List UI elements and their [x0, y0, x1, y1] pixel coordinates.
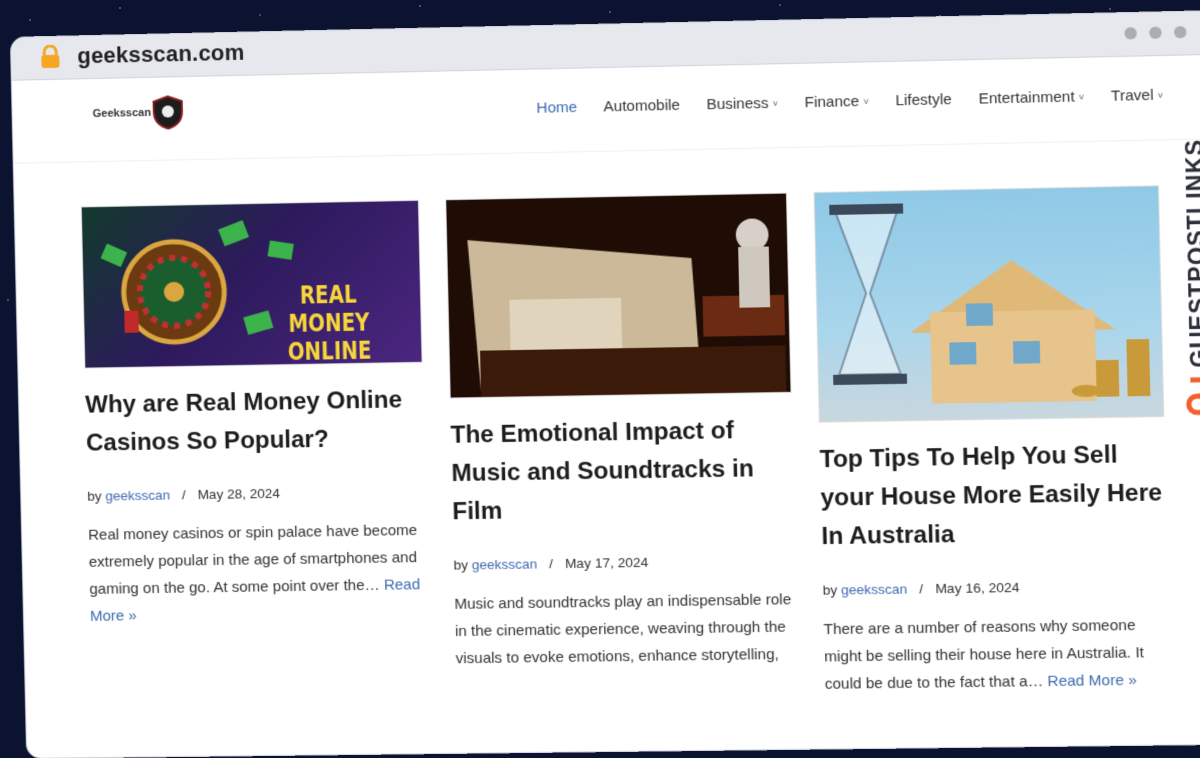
guestpostlinks-watermark: GUESTPOSTLINKS — [1175, 68, 1200, 374]
watermark-text: GUESTPOSTLINKS — [1180, 138, 1200, 368]
window-controls — [1124, 25, 1187, 40]
chevron-down-icon[interactable]: ˅ — [1079, 92, 1085, 102]
concert-film-illustration — [446, 193, 791, 398]
post-date: May 28, 2024 — [197, 485, 281, 503]
site-logo[interactable]: Geeksscan — [92, 95, 183, 131]
post-title[interactable]: Top Tips To Help You Sell your House Mor… — [819, 435, 1165, 556]
lock-icon — [41, 44, 60, 69]
post-excerpt: Real money casinos or spin palace have b… — [88, 517, 427, 630]
logo-text: Geeksscan — [92, 106, 152, 121]
by-label: by — [87, 488, 102, 504]
nav-label: Travel — [1110, 86, 1154, 105]
nav-label: Automobile — [603, 96, 681, 116]
url-text[interactable]: geeksscan.com — [77, 40, 245, 70]
nav-item-business[interactable]: Business ˅ — [706, 94, 779, 114]
meta-separator: / — [181, 487, 186, 503]
excerpt-text: Real money casinos or spin palace have b… — [88, 521, 418, 598]
chain-link-icon — [1184, 373, 1200, 418]
nav-item-entertainment[interactable]: Entertainment ˅ — [978, 88, 1084, 107]
post-thumbnail[interactable] — [813, 185, 1165, 423]
post-meta: by geeksscan / May 17, 2024 — [453, 553, 793, 573]
post-thumbnail[interactable] — [445, 192, 792, 399]
post-grid: REAL MONEY ONLINE CASINOS Why are Real M… — [80, 185, 1180, 693]
read-more-link[interactable]: Read More » — [1047, 672, 1137, 690]
nav-item-finance[interactable]: Finance ˅ — [804, 92, 869, 112]
author-link[interactable]: geeksscan — [472, 556, 538, 572]
chevron-down-icon[interactable]: ˅ — [1158, 90, 1164, 100]
window-dot[interactable] — [1149, 26, 1162, 39]
post-card: Top Tips To Help You Sell your House Mor… — [813, 185, 1169, 698]
browser-window: geeksscan.com Geeksscan Home Automobile Bu… — [10, 11, 1200, 758]
image-headline: REAL MONEY ONLINE CASINOS — [264, 280, 394, 369]
post-thumbnail[interactable]: REAL MONEY ONLINE CASINOS — [80, 199, 423, 369]
excerpt-text: Music and soundtracks play an indispensa… — [454, 591, 792, 668]
nav-item-travel[interactable]: Travel ˅ — [1111, 87, 1163, 105]
nav-item-automobile[interactable]: Automobile — [603, 97, 680, 116]
post-title[interactable]: The Emotional Impact of Music and Soundt… — [450, 411, 792, 531]
post-date: May 16, 2024 — [935, 579, 1020, 597]
window-dot[interactable] — [1124, 27, 1137, 40]
image-text-line2: ONLINE CASINOS — [280, 336, 380, 369]
post-card: REAL MONEY ONLINE CASINOS Why are Real M… — [80, 199, 427, 630]
post-date: May 17, 2024 — [564, 554, 649, 572]
author-link[interactable]: geeksscan — [841, 581, 907, 597]
house-hourglass-illustration — [829, 203, 1151, 404]
by-label: by — [822, 582, 838, 598]
meta-separator: / — [549, 556, 554, 572]
post-excerpt: There are a number of reasons why someon… — [823, 611, 1168, 698]
post-meta: by geeksscan / May 28, 2024 — [87, 484, 424, 504]
post-meta: by geeksscan / May 16, 2024 — [823, 578, 1167, 598]
nav-label: Lifestyle — [895, 90, 953, 110]
post-title[interactable]: Why are Real Money Online Casinos So Pop… — [85, 381, 423, 463]
nav-label: Home — [536, 98, 578, 117]
nav-item-home[interactable]: Home — [536, 99, 577, 117]
nav-label: Business — [706, 94, 769, 114]
nav-item-lifestyle[interactable]: Lifestyle — [895, 91, 952, 109]
nav-label: Entertainment — [978, 88, 1075, 108]
author-link[interactable]: geeksscan — [105, 487, 170, 503]
post-card: The Emotional Impact of Music and Soundt… — [445, 192, 796, 673]
main-navigation: Home Automobile Business ˅ Finance ˅ Lifestyle… — [536, 87, 1163, 117]
browser-mockup: geeksscan.com Geeksscan Home Automobile Bu… — [5, 11, 1200, 758]
post-excerpt: Music and soundtracks play an indispensa… — [454, 586, 796, 672]
shield-logo-icon — [152, 95, 183, 130]
chevron-down-icon[interactable]: ˅ — [863, 96, 869, 106]
meta-separator: / — [919, 581, 924, 597]
image-text-line1: REAL MONEY — [287, 280, 370, 338]
chevron-down-icon[interactable]: ˅ — [773, 98, 779, 108]
nav-label: Finance — [804, 92, 860, 112]
by-label: by — [453, 557, 469, 573]
window-dot[interactable] — [1173, 25, 1187, 39]
